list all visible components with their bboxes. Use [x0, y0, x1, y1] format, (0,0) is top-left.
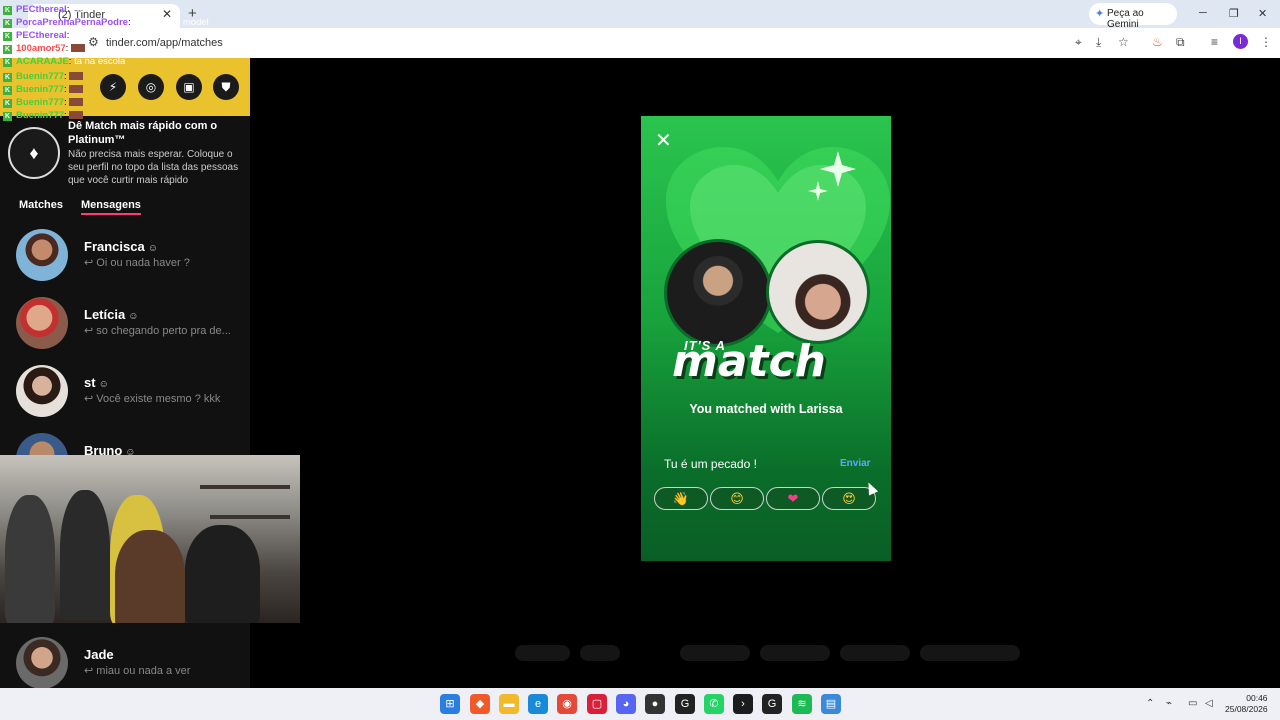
extension-flame-icon[interactable]: ♨: [1152, 35, 1163, 49]
chat-line: K PorcaPrenhaPernaPodre: tao no tatul mod…: [3, 17, 209, 28]
background-pill: [680, 645, 750, 661]
chrome-icon[interactable]: ◉: [557, 694, 577, 714]
app-icon[interactable]: ▢: [587, 694, 607, 714]
notepad-icon[interactable]: ▤: [821, 694, 841, 714]
install-app-icon[interactable]: ⤓: [1096, 35, 1101, 50]
avatar: [16, 365, 68, 417]
emote-icon: [69, 85, 84, 94]
spotify-icon[interactable]: ≋: [792, 694, 812, 714]
discord-icon[interactable]: ◕: [616, 694, 636, 714]
emote-icon: [69, 98, 84, 107]
file-explorer-icon[interactable]: ▬: [499, 694, 519, 714]
verified-icon: ☺: [128, 311, 139, 322]
app-icon[interactable]: G: [762, 694, 782, 714]
conversation-preview: ↩ Você existe mesmo ? kkk: [84, 393, 221, 405]
matched-subtitle: You matched with Larissa: [689, 402, 843, 416]
display-icon[interactable]: ▭: [1188, 698, 1197, 709]
conversation-name: Letícia ☺: [84, 307, 139, 322]
background-pill: [515, 645, 570, 661]
flame-icon: ♦: [8, 127, 60, 179]
its-a-label: IT'S A: [684, 338, 726, 353]
maximize-icon[interactable]: ❐: [1229, 7, 1239, 20]
clock[interactable]: 00:46 25/08/2026: [1225, 693, 1268, 715]
app-icon[interactable]: G: [675, 694, 695, 714]
conversation-name: Francisca ☺: [84, 239, 158, 254]
wave-emoji-button[interactable]: 👋: [654, 487, 708, 510]
background-pill: [760, 645, 830, 661]
person: [60, 490, 110, 620]
conversation-row[interactable]: Francisca ☺ ↩ Oi ou nada haver ?: [0, 222, 250, 290]
gemini-button[interactable]: ✦ Peça ao Gemini: [1089, 3, 1177, 30]
avatar: [16, 297, 68, 349]
tray-chevron-icon[interactable]: ⌃: [1146, 698, 1154, 709]
gemini-label: Peça ao Gemini: [1107, 8, 1144, 30]
chat-line: K ACARAAJE: ta na escola: [3, 56, 126, 67]
heart-emoji-button[interactable]: ❤: [766, 487, 820, 510]
edge-icon[interactable]: e: [528, 694, 548, 714]
minimize-icon[interactable]: ─: [1199, 7, 1207, 19]
app-icon[interactable]: ●: [645, 694, 665, 714]
promo-title: Dê Match mais rápido com o Platinum™: [68, 120, 218, 146]
chat-line: K PECthereal: GG: [3, 4, 87, 15]
tab-messages[interactable]: Mensagens: [81, 199, 141, 215]
match-photo: [766, 240, 870, 344]
shelf: [210, 515, 290, 519]
emote-icon: [69, 111, 84, 120]
chat-line: K Buenin777:: [3, 71, 84, 82]
windows-taskbar: [0, 688, 1280, 720]
conversation-name: st ☺: [84, 375, 109, 390]
verified-icon: ☺: [98, 379, 109, 390]
conversation-row[interactable]: Letícia ☺ ↩ so chegando perto pra de...: [0, 290, 250, 358]
stream-chat-overlay: K PECthereal: GG K PorcaPrenhaPernaPodre: …: [0, 0, 240, 122]
extensions-icon[interactable]: ⧉: [1176, 35, 1185, 50]
conversation-preview: ↩ so chegando perto pra de...: [84, 325, 231, 337]
conversation-name: Jade: [84, 647, 114, 662]
profile-avatar[interactable]: I: [1233, 34, 1248, 49]
location-icon[interactable]: ⌖: [1075, 35, 1082, 50]
whatsapp-icon[interactable]: ✆: [704, 694, 724, 714]
user-photo: [664, 239, 772, 347]
start-icon[interactable]: ⊞: [440, 694, 460, 714]
background-pill: [580, 645, 620, 661]
emote-icon: [70, 44, 85, 53]
person: [5, 495, 55, 623]
chat-line: K Buenin777:: [3, 110, 84, 121]
person: [185, 525, 260, 623]
media-icon[interactable]: ≡: [1211, 35, 1218, 49]
message-text: Tu é um pecado !: [664, 457, 757, 471]
background-pill: [920, 645, 1020, 661]
chat-line: K Buenin777:: [3, 97, 84, 108]
conversation-row[interactable]: st ☺ ↩ Você existe mesmo ? kkk: [0, 358, 250, 426]
tab-matches[interactable]: Matches: [19, 199, 63, 211]
person: [115, 530, 185, 623]
background-pill: [840, 645, 910, 661]
terminal-icon[interactable]: ›: [733, 694, 753, 714]
verified-icon: ☺: [147, 243, 158, 254]
promo-text: Não precisa mais esperar. Coloque o seu …: [68, 149, 239, 186]
volume-icon[interactable]: ◁: [1205, 698, 1213, 709]
bookmark-star-icon[interactable]: ☆: [1118, 35, 1129, 49]
avatar: [16, 229, 68, 281]
conversation-preview: ↩ miau ou nada a ver: [84, 665, 191, 677]
smile-emoji-button[interactable]: 😊: [710, 487, 764, 510]
webcam-overlay: [0, 455, 300, 623]
chat-line: K Buenin777:: [3, 84, 84, 95]
close-window-icon[interactable]: ✕: [1258, 7, 1267, 20]
network-icon[interactable]: ⌁: [1166, 698, 1172, 709]
chat-line: K 100amor57:: [3, 43, 85, 54]
clock-date: 25/08/2026: [1225, 704, 1268, 714]
chat-line: K PECthereal: GG: [3, 30, 87, 41]
clock-time: 00:46: [1246, 693, 1268, 703]
shelf: [200, 485, 290, 489]
brave-icon[interactable]: ◆: [470, 694, 490, 714]
emote-icon: [69, 72, 84, 81]
gemini-spark-icon: ✦: [1095, 8, 1105, 20]
conversation-preview: ↩ Oi ou nada haver ?: [84, 257, 190, 269]
avatar: [16, 637, 68, 689]
send-button[interactable]: Enviar: [840, 458, 871, 469]
browser-menu-icon[interactable]: ⋮: [1260, 35, 1272, 49]
